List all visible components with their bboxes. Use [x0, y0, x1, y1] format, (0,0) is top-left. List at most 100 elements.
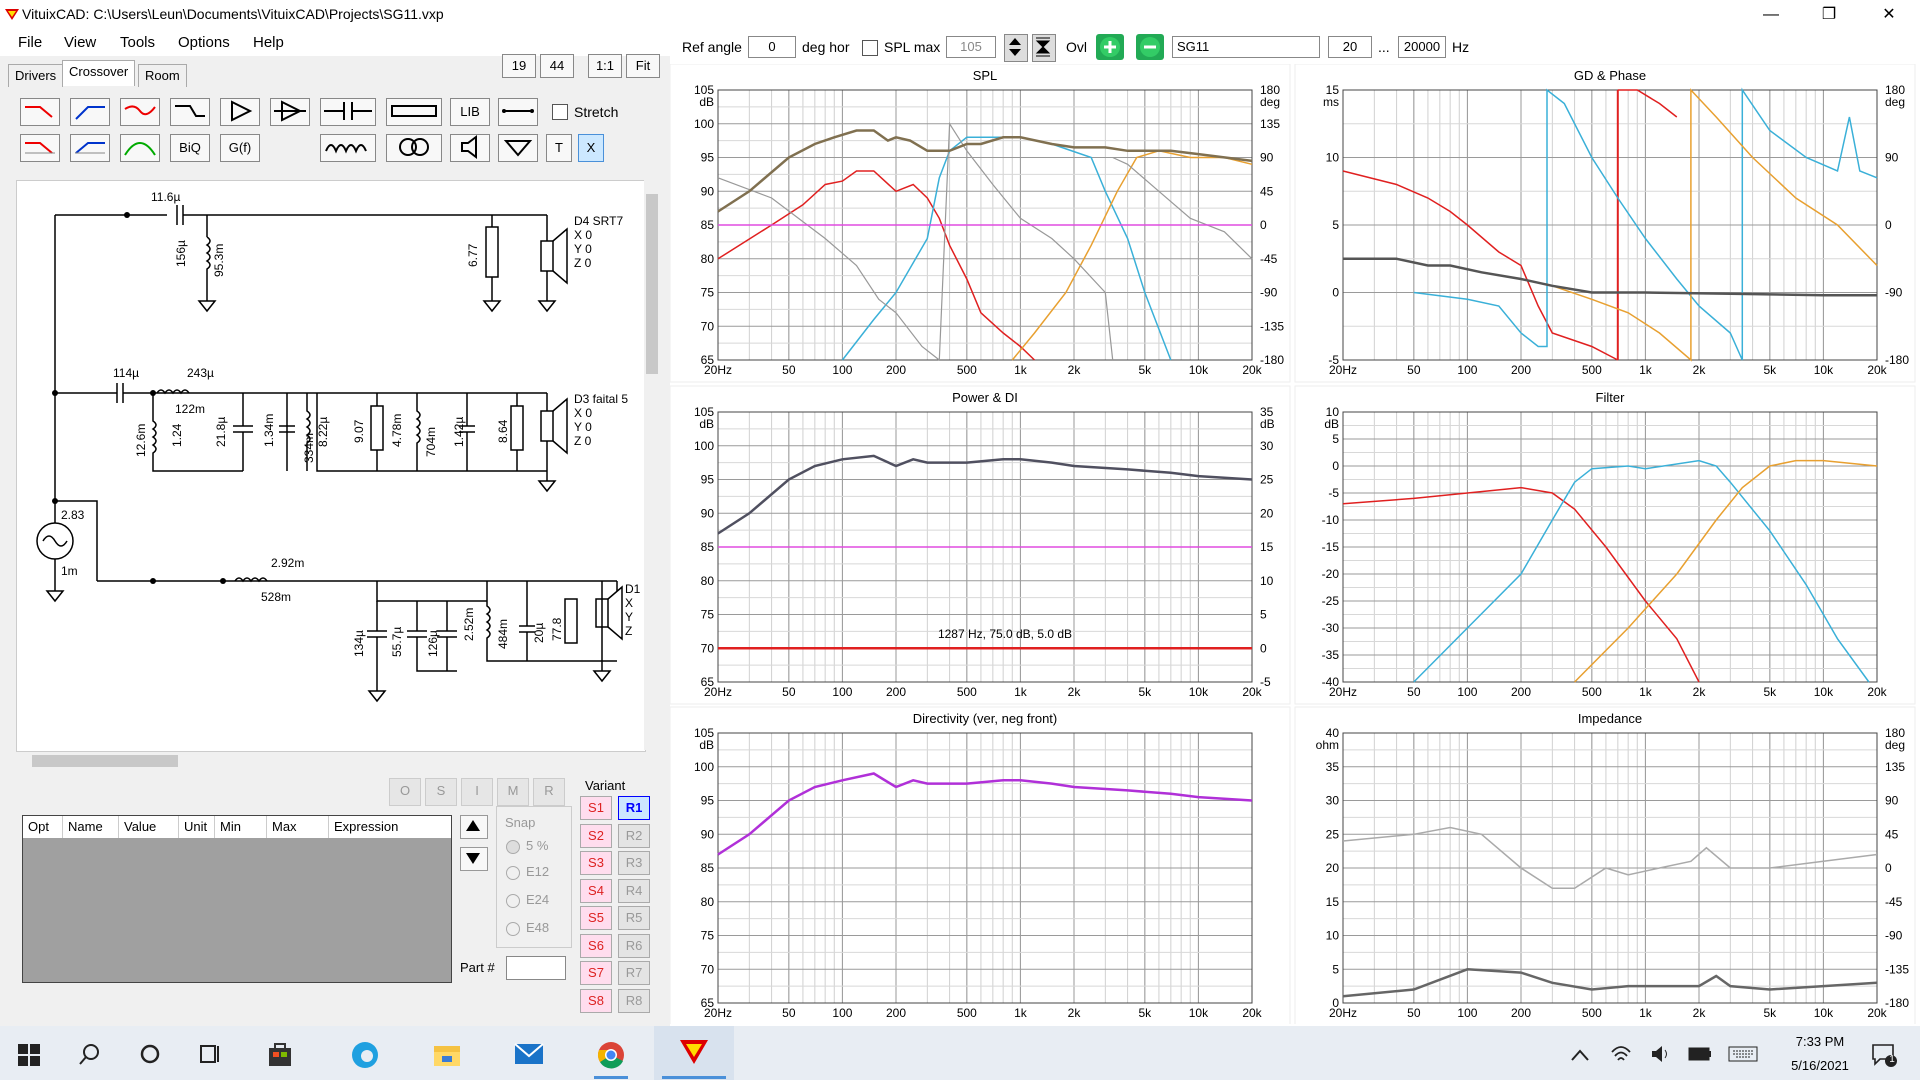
x-button[interactable]: X: [578, 134, 604, 162]
windows-start-icon[interactable]: [18, 1044, 40, 1066]
close-button[interactable]: ✕: [1866, 0, 1912, 30]
cortana-icon[interactable]: [138, 1042, 162, 1066]
lowpass-red-button[interactable]: [20, 98, 60, 126]
part-input[interactable]: [506, 956, 566, 980]
variant-r4-button[interactable]: R4: [618, 878, 650, 903]
tab-drivers[interactable]: Drivers: [8, 64, 64, 87]
menu-help[interactable]: Help: [253, 34, 284, 51]
remove-overlay-button[interactable]: [1136, 34, 1164, 60]
variant-s6-button[interactable]: S6: [580, 933, 612, 958]
spl-max-input[interactable]: 105: [946, 36, 996, 58]
spl-updown-button[interactable]: [1004, 34, 1028, 62]
variant-r2-button[interactable]: R2: [618, 823, 650, 848]
snap-e12-radio[interactable]: [506, 866, 520, 880]
variant-s3-button[interactable]: S3: [580, 851, 612, 875]
charts-area[interactable]: SPL10510095908580757065dB18013590450-45-…: [670, 64, 1920, 1024]
maximize-button[interactable]: ❐: [1806, 0, 1852, 30]
ground-icon[interactable]: [498, 134, 538, 162]
tab-crossover[interactable]: Crossover: [62, 60, 136, 86]
inductor-icon[interactable]: [320, 134, 376, 162]
lib-button[interactable]: LIB: [450, 98, 490, 126]
schematic-hscroll[interactable]: [16, 752, 644, 770]
r-button[interactable]: R: [533, 778, 565, 806]
variant-r3-button[interactable]: R3: [618, 851, 650, 875]
impedance-chart[interactable]: Impedance4035302520151050ohm18013590450-…: [1294, 706, 1916, 1024]
power-di-chart[interactable]: Power & DI10510095908580757065dB35302520…: [670, 385, 1291, 705]
variant-r5-button[interactable]: R5: [618, 906, 650, 930]
file-explorer-icon[interactable]: [432, 1042, 462, 1068]
fmax-input[interactable]: 20000: [1398, 36, 1446, 58]
wifi-icon[interactable]: [1610, 1044, 1632, 1064]
snap-5pct-radio[interactable]: [506, 840, 520, 854]
variant-s2-button[interactable]: S2: [580, 823, 612, 848]
move-down-button[interactable]: [460, 847, 488, 871]
mail-icon[interactable]: [514, 1042, 544, 1066]
optimizer-table[interactable]: Opt Name Value Unit Min Max Expression: [22, 815, 452, 983]
minimize-button[interactable]: —: [1748, 0, 1794, 30]
gf-button[interactable]: G(f): [220, 134, 260, 162]
spl-chart[interactable]: SPL10510095908580757065dB18013590450-45-…: [670, 64, 1291, 383]
bandpass-green-button[interactable]: [120, 134, 160, 162]
variant-s8-button[interactable]: S8: [580, 988, 612, 1013]
store-icon[interactable]: [266, 1040, 294, 1068]
clock-date[interactable]: 5/16/2021: [1780, 1058, 1860, 1073]
menu-file[interactable]: File: [18, 34, 42, 51]
menu-view[interactable]: View: [64, 34, 96, 51]
show-hidden-icons-chevron[interactable]: [1570, 1048, 1590, 1062]
vituixcad-taskbar-button[interactable]: [654, 1026, 734, 1080]
variant-r6-button[interactable]: R6: [618, 933, 650, 958]
search-icon[interactable]: [78, 1042, 102, 1066]
zoom-19-button[interactable]: 19: [502, 54, 536, 78]
directivity-chart[interactable]: Directivity (ver, neg front)105100959085…: [670, 706, 1291, 1024]
snap-e24-radio[interactable]: [506, 894, 520, 908]
amplifier-icon[interactable]: [220, 98, 260, 126]
overlay-name-input[interactable]: SG11: [1172, 36, 1320, 58]
m-button[interactable]: M: [497, 778, 529, 806]
variant-r8-button[interactable]: R8: [618, 988, 650, 1013]
s-button[interactable]: S: [425, 778, 457, 806]
speaker-icon[interactable]: [450, 134, 490, 162]
peak-red-button[interactable]: [120, 98, 160, 126]
schematic-vscroll[interactable]: [644, 180, 660, 750]
t-button[interactable]: T: [546, 134, 572, 162]
variant-r1-button[interactable]: R1: [618, 796, 650, 820]
stretch-checkbox[interactable]: [552, 104, 568, 120]
transformer-icon[interactable]: [386, 134, 442, 162]
chrome-icon[interactable]: [596, 1040, 626, 1070]
gd-phase-chart[interactable]: GD & Phase151050-5ms180900-90-180deg20Hz…: [1294, 64, 1916, 383]
i-button[interactable]: I: [461, 778, 493, 806]
battery-icon[interactable]: [1688, 1046, 1712, 1062]
add-overlay-button[interactable]: [1096, 34, 1124, 60]
volume-icon[interactable]: [1650, 1044, 1672, 1064]
o-button[interactable]: O: [389, 778, 421, 806]
clock-time[interactable]: 7:33 PM: [1780, 1034, 1860, 1049]
edge-icon[interactable]: [350, 1040, 380, 1070]
menu-options[interactable]: Options: [178, 34, 230, 51]
zoom-fit-button[interactable]: Fit: [626, 54, 660, 78]
variant-s4-button[interactable]: S4: [580, 878, 612, 903]
menu-tools[interactable]: Tools: [120, 34, 155, 51]
task-view-icon[interactable]: [198, 1042, 222, 1066]
crossover-schematic[interactable]: 11.6µ 156µ 95.3m 6.77 D4 SRT7 X 0 Y 0 Z …: [16, 180, 646, 752]
buffer-icon[interactable]: [270, 98, 310, 126]
fmin-input[interactable]: 20: [1328, 36, 1372, 58]
highpass-blue-button[interactable]: [70, 98, 110, 126]
biq-button[interactable]: BiQ: [170, 134, 210, 162]
shelf-button[interactable]: [170, 98, 210, 126]
ref-angle-input[interactable]: 0: [748, 36, 796, 58]
capacitor-icon[interactable]: [320, 98, 376, 126]
snap-e48-radio[interactable]: [506, 922, 520, 936]
move-up-button[interactable]: [460, 815, 488, 839]
variant-r7-button[interactable]: R7: [618, 961, 650, 985]
variant-s5-button[interactable]: S5: [580, 906, 612, 930]
zoom-1to1-button[interactable]: 1:1: [588, 54, 622, 78]
resistor-icon[interactable]: [386, 98, 442, 126]
spl-reset-button[interactable]: [1032, 34, 1056, 62]
filter-chart[interactable]: Filter1050-5-10-15-20-25-30-35-40dB20Hz 5…: [1294, 385, 1916, 705]
variant-s7-button[interactable]: S7: [580, 961, 612, 985]
variant-s1-button[interactable]: S1: [580, 796, 612, 820]
lowpass2-red-button[interactable]: [20, 134, 60, 162]
wire-icon[interactable]: [498, 98, 538, 126]
highpass2-blue-button[interactable]: [70, 134, 110, 162]
tab-room[interactable]: Room: [138, 64, 187, 87]
